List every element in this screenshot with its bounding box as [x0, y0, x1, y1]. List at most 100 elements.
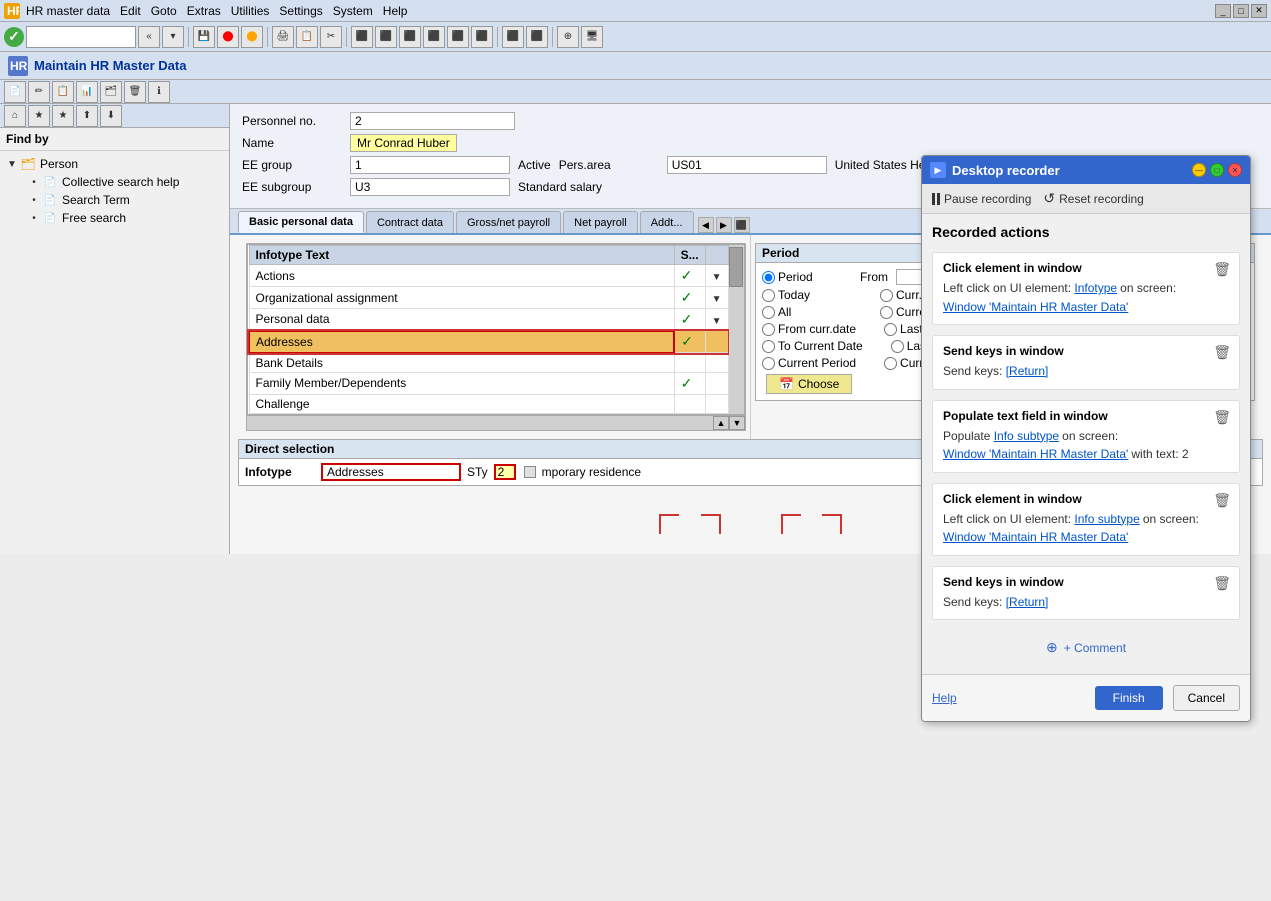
action-1-delete[interactable]: 🗑	[1213, 261, 1231, 278]
scroll-up-btn[interactable]: ▲	[713, 416, 729, 430]
stop-btn[interactable]: ⬤	[217, 26, 239, 48]
tab-contract-data[interactable]: Contract data	[366, 211, 454, 233]
finish-button[interactable]: Finish	[1095, 686, 1163, 710]
func5-btn[interactable]: ⬛	[447, 26, 469, 48]
tree-item-search-term[interactable]: • 📄 Search Term	[0, 191, 229, 209]
menu-hr-master-data[interactable]: HR master data	[26, 4, 110, 18]
ee-group-input[interactable]	[350, 156, 510, 174]
system-btn[interactable]: 🖥	[581, 26, 603, 48]
personnel-no-input[interactable]	[350, 112, 515, 130]
radio-today[interactable]	[762, 289, 775, 302]
save-btn[interactable]: 💾	[193, 26, 215, 48]
table-row[interactable]: Bank Details	[249, 353, 728, 373]
action-4-link1[interactable]: Info subtype	[1074, 512, 1139, 526]
tab-gross-net-payroll[interactable]: Gross/net payroll	[456, 211, 561, 233]
action-3-link2[interactable]: Window 'Maintain HR Master Data'	[943, 447, 1128, 461]
radio-from-curr[interactable]	[762, 323, 775, 336]
radio-last-month[interactable]	[891, 340, 904, 353]
copy-btn[interactable]: 📋	[52, 81, 74, 103]
cancel-button[interactable]: Cancel	[1173, 685, 1240, 711]
radio-curr-week[interactable]	[880, 289, 893, 302]
period-radio-from-curr[interactable]: From curr.date	[762, 322, 856, 336]
tree-item-person[interactable]: ▼ 🗂 Person	[0, 155, 229, 173]
menu-utilities[interactable]: Utilities	[231, 4, 270, 18]
func4-btn[interactable]: ⬛	[423, 26, 445, 48]
refresh-btn[interactable]: ⬤	[241, 26, 263, 48]
tab-expand[interactable]: ⬛	[734, 217, 750, 233]
func3-btn[interactable]: ⬛	[399, 26, 421, 48]
cut-btn[interactable]: ✂	[320, 26, 342, 48]
lp-btn2[interactable]: ★	[28, 105, 50, 127]
tab-net-payroll[interactable]: Net payroll	[563, 211, 638, 233]
tab-addt[interactable]: Addt...	[640, 211, 694, 233]
recorder-close[interactable]: ✕	[1228, 163, 1242, 177]
tree-item-free-search[interactable]: • 📄 Free search	[0, 209, 229, 227]
radio-period[interactable]	[762, 271, 775, 284]
scroll-down-btn[interactable]: ▼	[729, 416, 745, 430]
create-btn[interactable]: ⊕	[557, 26, 579, 48]
info-btn[interactable]: ℹ	[148, 81, 170, 103]
menu-system[interactable]: System	[333, 4, 373, 18]
delemit-btn[interactable]: 🗂	[100, 81, 122, 103]
radio-last-week[interactable]	[884, 323, 897, 336]
nav-back-btn[interactable]: «	[138, 26, 160, 48]
delete-btn[interactable]: 🗑	[124, 81, 146, 103]
limit-btn[interactable]: 📊	[76, 81, 98, 103]
print2-btn[interactable]: 📋	[296, 26, 318, 48]
func7-btn[interactable]: ⬛	[502, 26, 524, 48]
table-row[interactable]: Organizational assignment ✓ ▼	[249, 287, 728, 309]
pers-area-input[interactable]	[667, 156, 827, 174]
scroll-track[interactable]	[729, 245, 745, 414]
period-radio-all[interactable]: All	[762, 305, 852, 319]
lp-btn4[interactable]: ⬆	[76, 105, 98, 127]
radio-current-month[interactable]	[880, 306, 893, 319]
ds-infotype-input[interactable]	[321, 463, 461, 481]
action-2-link1[interactable]: [Return]	[1006, 364, 1049, 378]
choose-button[interactable]: 📅 Choose	[766, 374, 852, 394]
period-radio-to-current[interactable]: To Current Date	[762, 339, 863, 353]
menu-extras[interactable]: Extras	[187, 4, 221, 18]
table-row-addresses[interactable]: Addresses ✓	[249, 331, 728, 353]
table-row[interactable]: Challenge	[249, 394, 728, 413]
radio-current-period[interactable]	[762, 357, 775, 370]
func2-btn[interactable]: ⬛	[375, 26, 397, 48]
menu-edit[interactable]: Edit	[120, 4, 141, 18]
action-4-delete[interactable]: 🗑	[1213, 492, 1231, 509]
close-btn[interactable]: ✕	[1251, 4, 1267, 18]
lp-btn5[interactable]: ⬇	[100, 105, 122, 127]
menu-goto[interactable]: Goto	[151, 4, 177, 18]
action-5-delete[interactable]: 🗑	[1213, 575, 1231, 592]
nav-history-btn[interactable]: ▾	[162, 26, 184, 48]
period-radio-today[interactable]: Today	[762, 288, 852, 302]
print-btn[interactable]: 🖨	[272, 26, 294, 48]
tab-nav-left[interactable]: ◀	[698, 217, 714, 233]
radio-to-current[interactable]	[762, 340, 775, 353]
new-record-btn[interactable]: 📄	[4, 81, 26, 103]
minimize-btn[interactable]: _	[1215, 4, 1231, 18]
nav-dropdown[interactable]	[26, 26, 136, 48]
pause-recording-btn[interactable]: Pause recording	[932, 192, 1031, 206]
tab-basic-personal-data[interactable]: Basic personal data	[238, 211, 364, 233]
radio-all[interactable]	[762, 306, 775, 319]
table-row[interactable]: Personal data ✓ ▼	[249, 309, 728, 331]
action-1-link1[interactable]: Infotype	[1074, 281, 1117, 295]
recorder-minimize[interactable]: —	[1192, 163, 1206, 177]
period-radio-current-period[interactable]: Current Period	[762, 356, 856, 370]
scroll-thumb[interactable]	[729, 247, 743, 287]
period-radio-period[interactable]: Period	[762, 270, 852, 284]
ds-browse-btn[interactable]	[524, 466, 536, 478]
action-1-link2[interactable]: Window 'Maintain HR Master Data'	[943, 300, 1128, 314]
menu-settings[interactable]: Settings	[279, 4, 322, 18]
help-link[interactable]: Help	[932, 691, 957, 705]
menu-help[interactable]: Help	[383, 4, 408, 18]
func8-btn[interactable]: ⬛	[526, 26, 548, 48]
lp-btn1[interactable]: ⌂	[4, 105, 26, 127]
maximize-btn[interactable]: □	[1233, 4, 1249, 18]
action-5-link1[interactable]: [Return]	[1006, 595, 1049, 609]
func6-btn[interactable]: ⬛	[471, 26, 493, 48]
radio-current-year[interactable]	[884, 357, 897, 370]
action-2-delete[interactable]: 🗑	[1213, 344, 1231, 361]
tree-toggle-person[interactable]: ▼	[6, 158, 18, 170]
table-row[interactable]: Actions ✓ ▼	[249, 265, 728, 287]
ds-sty-input[interactable]	[494, 464, 516, 480]
